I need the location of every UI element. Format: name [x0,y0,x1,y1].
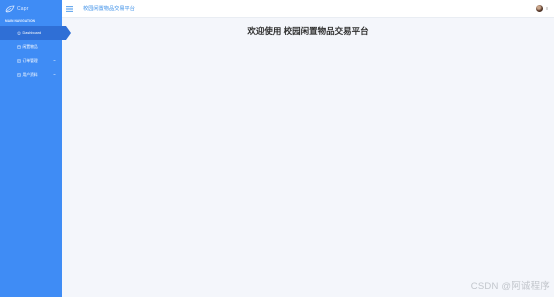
sidebar-item-label: 用户资料 [22,72,38,77]
sidebar-item-orders[interactable]: 订单管理 [0,54,62,68]
top-header: 校园闲置物品交易平台 [62,0,554,18]
sidebar-item-idle-goods[interactable]: 闲置物品 [0,40,62,54]
home-icon [17,31,21,35]
nav-heading: MAIN NAVIGATION [5,19,36,23]
watermark: CSDN @阿诚程序 [470,281,550,292]
avatar[interactable] [536,5,543,12]
chevron-down-icon [53,59,56,62]
welcome-heading: 欢迎使用 校园闲置物品交易平台 [247,26,369,36]
main-content: 欢迎使用 校园闲置物品交易平台 [62,18,554,297]
brand[interactable]: Capr [0,0,62,18]
brand-name: Capr [17,6,29,12]
leaf-logo-icon [5,5,15,13]
user-card-icon [17,73,21,77]
sidebar-item-label: 订单管理 [22,58,38,63]
chevron-down-icon [53,73,56,76]
sidebar-item-dashboard[interactable]: Dashboard [0,26,71,40]
chevron-down-icon[interactable] [546,7,548,10]
sidebar: Capr MAIN NAVIGATION Dashboard 闲置物品 订单管理 [0,0,71,297]
order-icon [17,59,21,63]
sidebar-item-user-profile[interactable]: 用户资料 [0,68,62,82]
hamburger-icon[interactable] [66,6,73,12]
app-title: 校园闲置物品交易平台 [83,6,135,12]
box-icon [17,45,21,49]
sidebar-item-label: 闲置物品 [22,44,38,49]
sidebar-item-label: Dashboard [22,31,42,35]
